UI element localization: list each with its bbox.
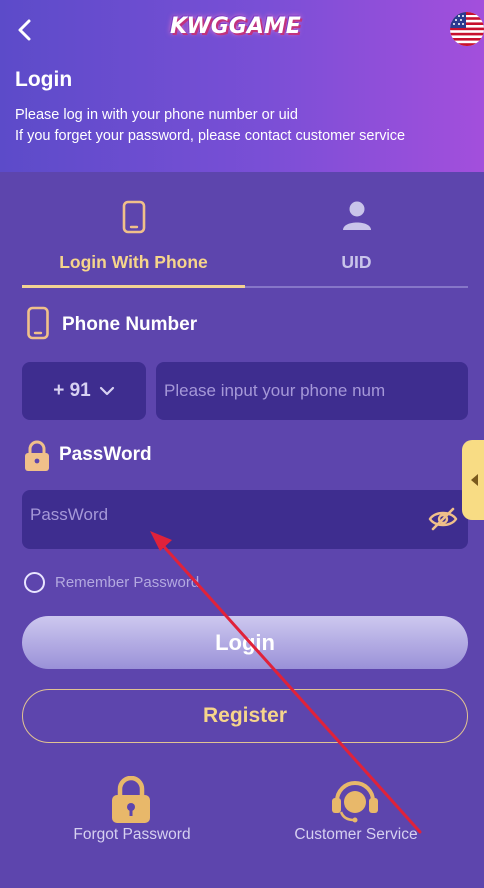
subtitle-line-1: Please log in with your phone number or … (15, 107, 298, 123)
remember-password-radio[interactable] (24, 572, 45, 593)
password-label: PassWord (59, 444, 152, 465)
customer-service-link[interactable]: Customer Service (280, 776, 432, 850)
logo: KWGGAME (170, 14, 301, 39)
tab-uid[interactable]: UID (245, 196, 468, 288)
country-code-value: + 91 (53, 380, 91, 401)
page-title: Login (15, 68, 73, 91)
phone-input-placeholder: Please input your phone num (164, 381, 386, 400)
chevron-down-icon (99, 386, 114, 396)
phone-icon (122, 200, 145, 234)
tab-login-with-phone[interactable]: Login With Phone (22, 196, 245, 288)
side-drawer-tab[interactable] (462, 440, 484, 520)
forgot-password-link[interactable]: Forgot Password (52, 776, 212, 850)
remember-password-label[interactable]: Remember Password (55, 574, 199, 591)
lock-icon (112, 776, 150, 823)
password-input[interactable]: PassWord (22, 490, 468, 549)
tab-label: Login With Phone (59, 252, 208, 272)
phone-icon (27, 306, 49, 340)
headset-icon (332, 781, 378, 823)
customer-service-label: Customer Service (294, 826, 418, 843)
register-button[interactable]: Register (22, 689, 468, 743)
lock-icon (25, 440, 49, 471)
subtitle-line-2: If you forget your password, please cont… (15, 128, 406, 144)
login-button[interactable]: Login (22, 616, 468, 669)
phone-number-label: Phone Number (62, 314, 198, 335)
header: KWGGAME Login Please log in with your ph… (0, 0, 484, 172)
us-flag-icon[interactable] (450, 12, 484, 46)
back-arrow-icon[interactable] (12, 16, 40, 44)
phone-input[interactable]: Please input your phone num (156, 362, 468, 420)
chevron-left-icon (471, 474, 478, 486)
user-icon (342, 201, 371, 230)
tab-label: UID (341, 252, 372, 272)
password-input-placeholder: PassWord (30, 505, 109, 524)
tab-active-indicator (22, 285, 245, 288)
eye-slash-icon[interactable] (428, 504, 458, 534)
forgot-password-label: Forgot Password (73, 826, 191, 843)
country-code-select[interactable]: + 91 (22, 362, 146, 420)
